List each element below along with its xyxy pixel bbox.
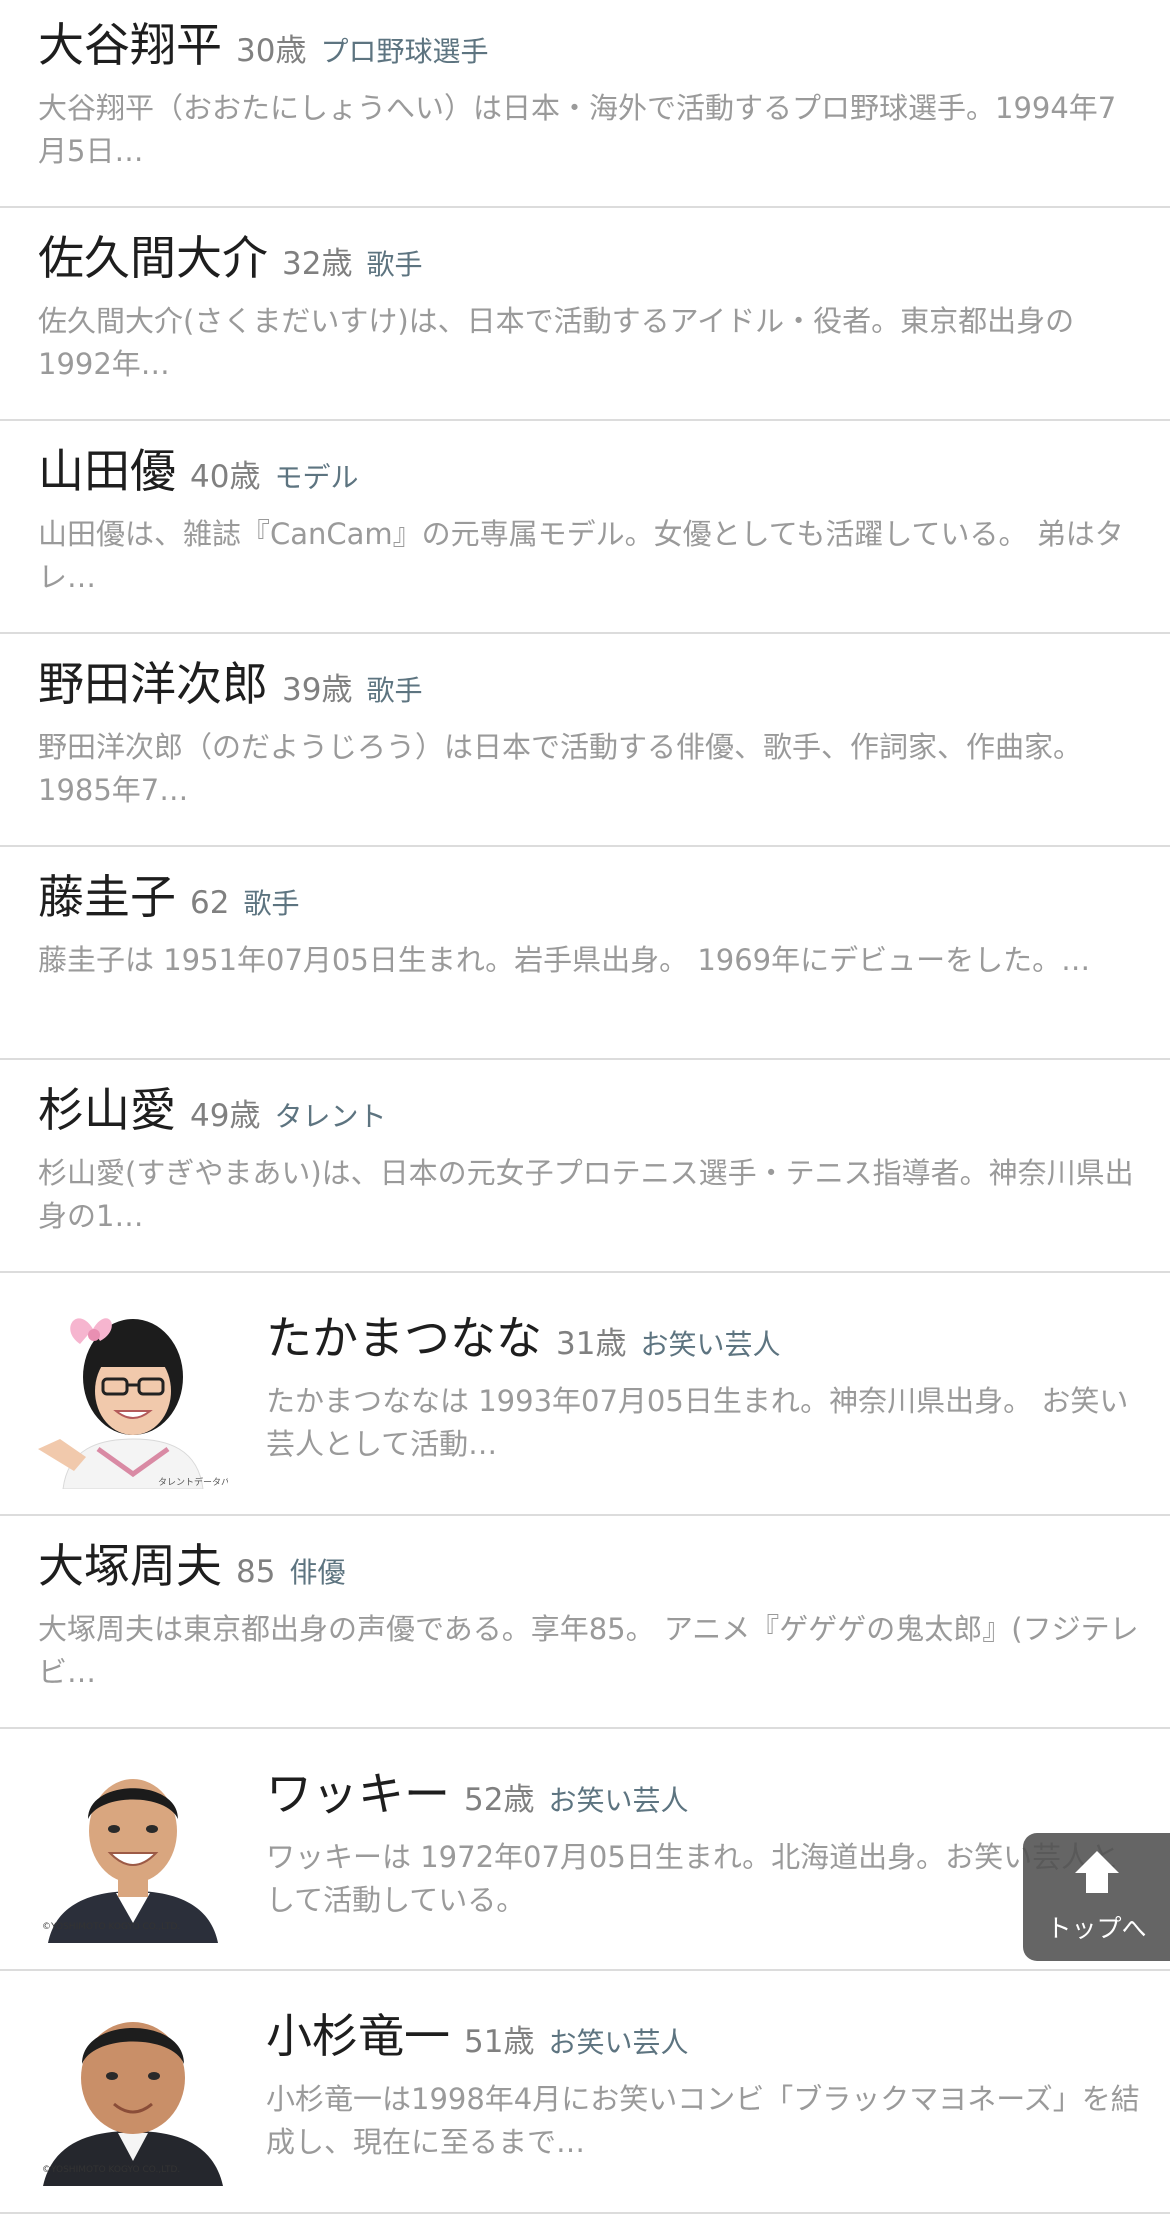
person-name: 大谷翔平 [38,18,222,72]
person-occupation: 歌手 [366,674,423,707]
person-photo: ©YOSHIMOTO KOGYO CO.,LTD. [38,1753,228,1943]
person-age: 31歳 [556,1326,627,1362]
list-item[interactable]: 杉山愛 49歳 タレント 杉山愛(すぎやまあい)は、日本の元女子プロテニス選手・テニ… [0,1060,1170,1273]
person-photo: ©YOSHIMOTO KOGYO CO.,LTD. [38,1996,228,2186]
person-name: ワッキー [266,1767,450,1821]
person-occupation: お笑い芸人 [548,2026,689,2059]
photo-caption: タレントデータバンク [158,1476,228,1488]
person-description: 山田優は、雑誌『CanCam』の元専属モデル。女優としても活躍している。 弟はタ… [38,517,1124,594]
list-item[interactable]: 佐久間大介 32歳 歌手 佐久間大介(さくまだいすけ)は、日本で活動するアイドル・役… [0,208,1170,421]
person-age: 85 [236,1554,276,1590]
person-name: 杉山愛 [38,1083,176,1137]
person-photo: タレントデータバンク [38,1299,228,1489]
photo-caption: ©YOSHIMOTO KOGYO CO.,LTD. [42,2165,180,2175]
person-description: 小杉竜一は1998年4月にお笑いコンビ「ブラックマヨネーズ」を結成し、現在に至る… [266,2082,1140,2159]
person-description: 大谷翔平（おおたにしょうへい）は日本・海外で活動するプロ野球選手。1994年7月… [38,91,1117,168]
person-age: 30歳 [236,33,307,69]
list-item[interactable]: 山田優 40歳 モデル 山田優は、雑誌『CanCam』の元専属モデル。女優としても活… [0,421,1170,634]
person-description: 藤圭子は 1951年07月05日生まれ。岩手県出身。 1969年にデビューをした… [38,943,1091,977]
person-age: 32歳 [282,246,353,282]
person-name: たかまつなな [266,1311,542,1365]
person-occupation: モデル [274,461,359,494]
person-name: 藤圭子 [38,870,176,924]
person-age: 40歳 [190,459,261,495]
person-age: 52歳 [464,1782,535,1818]
list-item[interactable]: 藤圭子 62 歌手 藤圭子は 1951年07月05日生まれ。岩手県出身。 1969年… [0,847,1170,1060]
list-item[interactable]: 大塚周夫 85 俳優 大塚周夫は東京都出身の声優である。享年85。 アニメ『ゲゲゲの… [0,1516,1170,1729]
list-item[interactable]: ©YOSHIMOTO KOGYO CO.,LTD. ワッキー 52歳 お笑い芸人 ワ… [0,1729,1170,1971]
scroll-to-top-label: トップへ [1046,1914,1147,1943]
person-name: 大塚周夫 [38,1539,222,1593]
scroll-to-top-button[interactable]: トップへ [1023,1833,1170,1961]
person-description: 杉山愛(すぎやまあい)は、日本の元女子プロテニス選手・テニス指導者。神奈川県出身… [38,1156,1134,1233]
person-age: 62 [190,885,230,921]
person-description: たかまつななは 1993年07月05日生まれ。神奈川県出身。 お笑い芸人として活… [266,1384,1129,1461]
person-name: 小杉竜一 [266,2009,450,2063]
list-item[interactable]: 大谷翔平 30歳 プロ野球選手 大谷翔平（おおたにしょうへい）は日本・海外で活動する… [0,0,1170,208]
person-age: 51歳 [464,2024,535,2060]
person-occupation: プロ野球選手 [320,35,489,68]
person-description: 佐久間大介(さくまだいすけ)は、日本で活動するアイドル・役者。東京都出身の199… [38,304,1075,381]
person-description: 大塚周夫は東京都出身の声優である。享年85。 アニメ『ゲゲゲの鬼太郎』(フジテレ… [38,1612,1139,1689]
person-age: 39歳 [282,672,353,708]
photo-caption: ©YOSHIMOTO KOGYO CO.,LTD. [42,1922,180,1932]
person-name: 佐久間大介 [38,231,268,285]
person-name: 山田優 [38,444,176,498]
arrow-up-icon [1074,1851,1119,1893]
list-item[interactable]: ©YOSHIMOTO KOGYO CO.,LTD. 小杉竜一 51歳 お笑い芸人 小… [0,1971,1170,2214]
person-occupation: 俳優 [289,1556,346,1589]
person-occupation: 歌手 [243,887,300,920]
person-occupation: 歌手 [366,248,423,281]
person-occupation: お笑い芸人 [640,1328,781,1361]
list-item[interactable]: タレントデータバンク たかまつなな 31歳お笑い芸人 たかまつななは 1993年0… [0,1273,1170,1516]
person-occupation: お笑い芸人 [548,1784,689,1817]
person-name: 野田洋次郎 [38,657,268,711]
person-description: 野田洋次郎（のだようじろう）は日本で活動する俳優、歌手、作詞家、作曲家。1985… [38,730,1083,807]
person-age: 49歳 [190,1098,261,1134]
list-item[interactable]: 野田洋次郎 39歳 歌手 野田洋次郎（のだようじろう）は日本で活動する俳優、歌手、作… [0,634,1170,847]
person-occupation: タレント [274,1100,387,1133]
person-description: ワッキーは 1972年07月05日生まれ。北海道出身。お笑い芸人として活動してい… [266,1840,1120,1917]
